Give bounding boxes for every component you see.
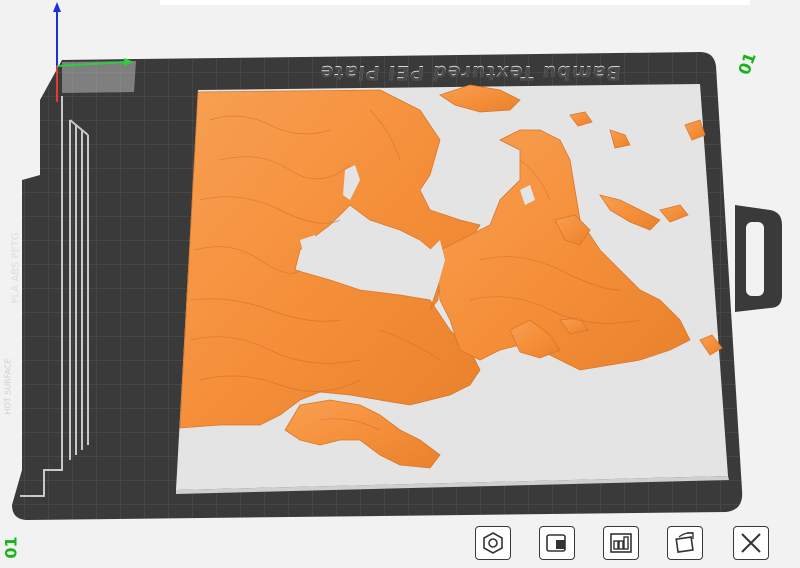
3d-viewport[interactable]: [0, 0, 800, 568]
grid-layout-icon: [610, 533, 632, 553]
arrange-button[interactable]: [539, 526, 575, 560]
orient-button[interactable]: [475, 526, 511, 560]
hot-surface-label: HOT SURFACE: [3, 358, 13, 415]
corner-plate-number: 01: [1, 536, 21, 559]
filament-label: PLA ABS PETG: [10, 232, 22, 304]
auto-orient-button[interactable]: [667, 526, 703, 560]
plate-title: Bambu Textured PEI Plate: [318, 62, 622, 84]
plate-handle: [735, 205, 782, 312]
close-icon: [741, 533, 761, 553]
plate-object-icon: [546, 534, 566, 552]
layout-button[interactable]: [603, 526, 639, 560]
rotate-cube-icon: [675, 532, 694, 553]
close-button[interactable]: [733, 526, 769, 560]
hexagon-nut-icon: [483, 532, 503, 554]
